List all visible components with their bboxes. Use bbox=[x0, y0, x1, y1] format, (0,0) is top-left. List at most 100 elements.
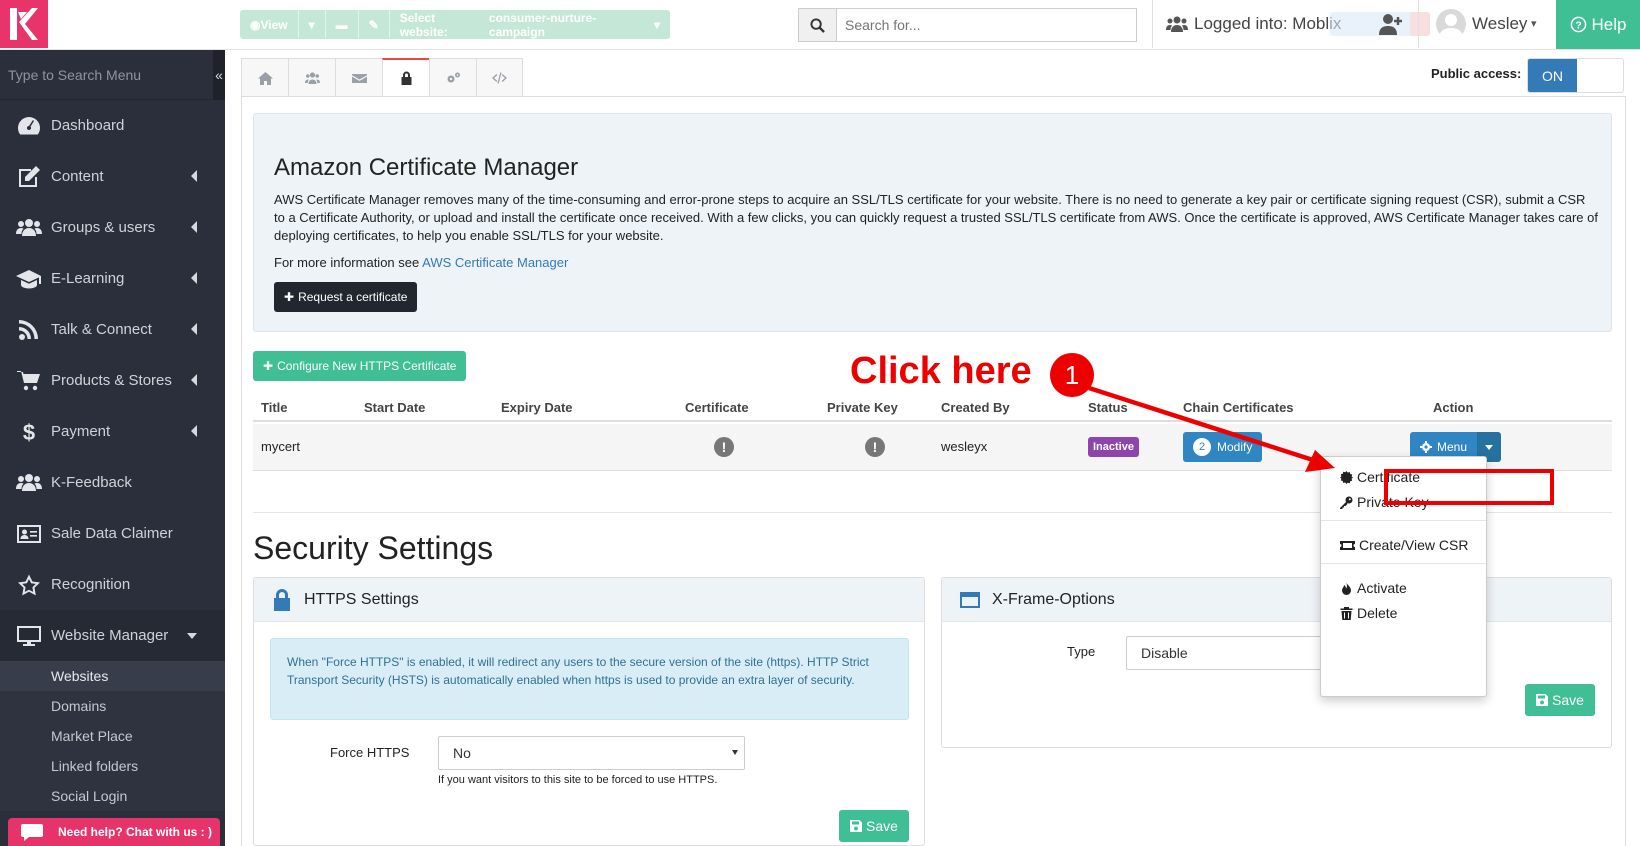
menu-item-private-key[interactable]: Private Key bbox=[1321, 489, 1486, 515]
edit-icon[interactable]: ✎ bbox=[359, 10, 390, 39]
sidebar-item-e-learning[interactable]: E-Learning bbox=[0, 253, 225, 304]
click-here-annotation: Click here bbox=[850, 350, 1032, 392]
help-button[interactable]: ? Help bbox=[1556, 0, 1640, 49]
sidebar-item-k-feedback[interactable]: K-Feedback bbox=[0, 457, 225, 508]
monitor-icon bbox=[16, 624, 42, 648]
users-icon bbox=[16, 471, 42, 495]
force-https-value: No bbox=[453, 745, 471, 761]
key-icon bbox=[1340, 496, 1353, 509]
tab-security[interactable] bbox=[382, 58, 429, 97]
sidebar: Type to Search Menu « Dashboard Content … bbox=[0, 49, 225, 846]
sidebar-item-recognition[interactable]: Recognition bbox=[0, 559, 225, 610]
view-button[interactable]: ◉ View bbox=[240, 10, 299, 39]
browser-window-icon bbox=[960, 591, 980, 608]
tab-home[interactable] bbox=[241, 58, 288, 97]
force-https-select[interactable]: No bbox=[438, 736, 745, 770]
sidebar-item-label: Groups & users bbox=[51, 219, 156, 236]
sidebar-item-content[interactable]: Content bbox=[0, 151, 225, 202]
acm-info-box: Amazon Certificate Manager AWS Certifica… bbox=[253, 113, 1612, 332]
divider bbox=[1321, 563, 1486, 564]
https-settings-panel: HTTPS Settings When "Force HTTPS" is ena… bbox=[253, 577, 925, 846]
sidebar-subitem-websites[interactable]: Websites bbox=[0, 661, 225, 691]
sidebar-item-label: Website Manager bbox=[51, 627, 169, 644]
user-name[interactable]: Wesley bbox=[1472, 14, 1527, 34]
add-user-icon[interactable] bbox=[1379, 13, 1403, 35]
col-action: Action bbox=[1433, 400, 1474, 415]
select-website-label: Select website: bbox=[399, 10, 448, 39]
toggle-off-side bbox=[1577, 59, 1623, 92]
tab-code[interactable] bbox=[476, 58, 523, 97]
sidebar-item-dashboard[interactable]: Dashboard bbox=[0, 100, 225, 151]
select-website[interactable]: Select website: consumer-nurture-campaig… bbox=[390, 10, 670, 39]
menu-item-label: Private Key bbox=[1357, 494, 1429, 510]
configure-https-certificate-button[interactable]: ✚ Configure New HTTPS Certificate bbox=[253, 351, 467, 381]
force-https-info: When "Force HTTPS" is enabled, it will r… bbox=[270, 638, 909, 720]
security-settings-title: Security Settings bbox=[253, 530, 494, 566]
chevron-down-icon[interactable]: ▾ bbox=[1531, 17, 1537, 30]
sidebar-item-label: Content bbox=[51, 168, 104, 185]
menu-item-delete[interactable]: Delete bbox=[1321, 600, 1486, 626]
aws-certificate-manager-link[interactable]: AWS Certificate Manager bbox=[422, 255, 568, 270]
tab-users[interactable] bbox=[288, 58, 335, 97]
x-frame-panel-title: X-Frame-Options bbox=[992, 590, 1115, 608]
sidebar-subitem-market-place[interactable]: Market Place bbox=[0, 721, 225, 751]
request-certificate-button[interactable]: ✚ Request a certificate bbox=[274, 282, 418, 312]
settings-tabs bbox=[241, 58, 523, 97]
sidebar-item-talk-connect[interactable]: Talk & Connect bbox=[0, 304, 225, 355]
col-certificate: Certificate bbox=[685, 400, 749, 415]
acm-title: Amazon Certificate Manager bbox=[274, 154, 579, 181]
search-button[interactable] bbox=[799, 9, 837, 41]
chain-count: 2 bbox=[1193, 438, 1211, 456]
cogs-icon bbox=[447, 72, 460, 82]
sidebar-subitem-domains[interactable]: Domains bbox=[0, 691, 225, 721]
tab-advanced-settings[interactable] bbox=[429, 58, 476, 97]
main-content: Public access: ON Amazon Certificate Man… bbox=[225, 50, 1640, 846]
website-selector[interactable]: ◉ View ▾ ▬ ✎ Select website: consumer-nu… bbox=[240, 10, 670, 39]
sidebar-search-input[interactable]: Type to Search Menu bbox=[0, 67, 213, 83]
logged-into-label: Logged into: Moblix bbox=[1194, 14, 1342, 33]
sidebar-subitem-social-login[interactable]: Social Login bbox=[0, 781, 225, 811]
x-frame-options-panel: X-Frame-Options Type Disable Save bbox=[941, 577, 1612, 748]
sidebar-item-payment[interactable]: $ Payment bbox=[0, 406, 225, 457]
sidebar-subitem-linked-folders[interactable]: Linked folders bbox=[0, 751, 225, 781]
public-access-label: Public access: bbox=[1431, 66, 1522, 81]
https-save-button[interactable]: Save bbox=[839, 810, 909, 842]
logged-into[interactable]: Logged into: Moblix bbox=[1166, 14, 1341, 34]
folder-icon[interactable]: ▬ bbox=[326, 10, 359, 39]
menu-item-create-view-csr[interactable]: Create/View CSR bbox=[1321, 532, 1486, 558]
divider bbox=[1152, 0, 1153, 48]
status-badge: Inactive bbox=[1088, 437, 1139, 457]
global-search bbox=[798, 8, 1137, 42]
https-panel-header: HTTPS Settings bbox=[254, 578, 924, 622]
collapse-sidebar-icon[interactable]: « bbox=[213, 49, 225, 100]
view-caret[interactable]: ▾ bbox=[299, 10, 326, 39]
id-card-icon bbox=[16, 522, 42, 546]
tab-mail[interactable] bbox=[335, 58, 382, 97]
sidebar-item-products-stores[interactable]: Products & Stores bbox=[0, 355, 225, 406]
cert-title: mycert bbox=[261, 439, 300, 454]
chat-widget[interactable]: Need help? Chat with us : ) bbox=[8, 818, 220, 846]
app-logo[interactable] bbox=[0, 0, 48, 48]
public-access-toggle[interactable]: ON bbox=[1527, 58, 1624, 93]
sidebar-item-groups-users[interactable]: Groups & users bbox=[0, 202, 225, 253]
sidebar-item-website-manager[interactable]: Website Manager bbox=[0, 610, 225, 661]
force-https-label: Force HTTPS bbox=[330, 745, 410, 760]
menu-item-activate[interactable]: Activate bbox=[1321, 575, 1486, 601]
modify-chain-button[interactable]: 2 Modify bbox=[1183, 432, 1263, 462]
dashboard-icon bbox=[16, 114, 42, 138]
search-input[interactable] bbox=[837, 9, 1136, 41]
menu-item-certificate[interactable]: Certificate bbox=[1321, 464, 1486, 490]
force-https-help: If you want visitors to this site to be … bbox=[438, 774, 718, 786]
avatar[interactable] bbox=[1436, 9, 1466, 39]
sidebar-item-sale-data-claimer[interactable]: Sale Data Claimer bbox=[0, 508, 225, 559]
modify-label: Modify bbox=[1217, 440, 1253, 454]
x-frame-type-label: Type bbox=[1067, 644, 1096, 659]
col-start-date: Start Date bbox=[364, 400, 426, 415]
x-frame-save-button[interactable]: Save bbox=[1525, 684, 1595, 716]
dollar-icon: $ bbox=[16, 420, 42, 444]
sidebar-item-label: E-Learning bbox=[51, 270, 125, 287]
plus-icon: ✚ bbox=[284, 290, 295, 304]
col-created-by: Created By bbox=[941, 400, 1010, 415]
sidebar-search[interactable]: Type to Search Menu « bbox=[0, 49, 225, 100]
expand-arrow-icon bbox=[191, 272, 197, 284]
